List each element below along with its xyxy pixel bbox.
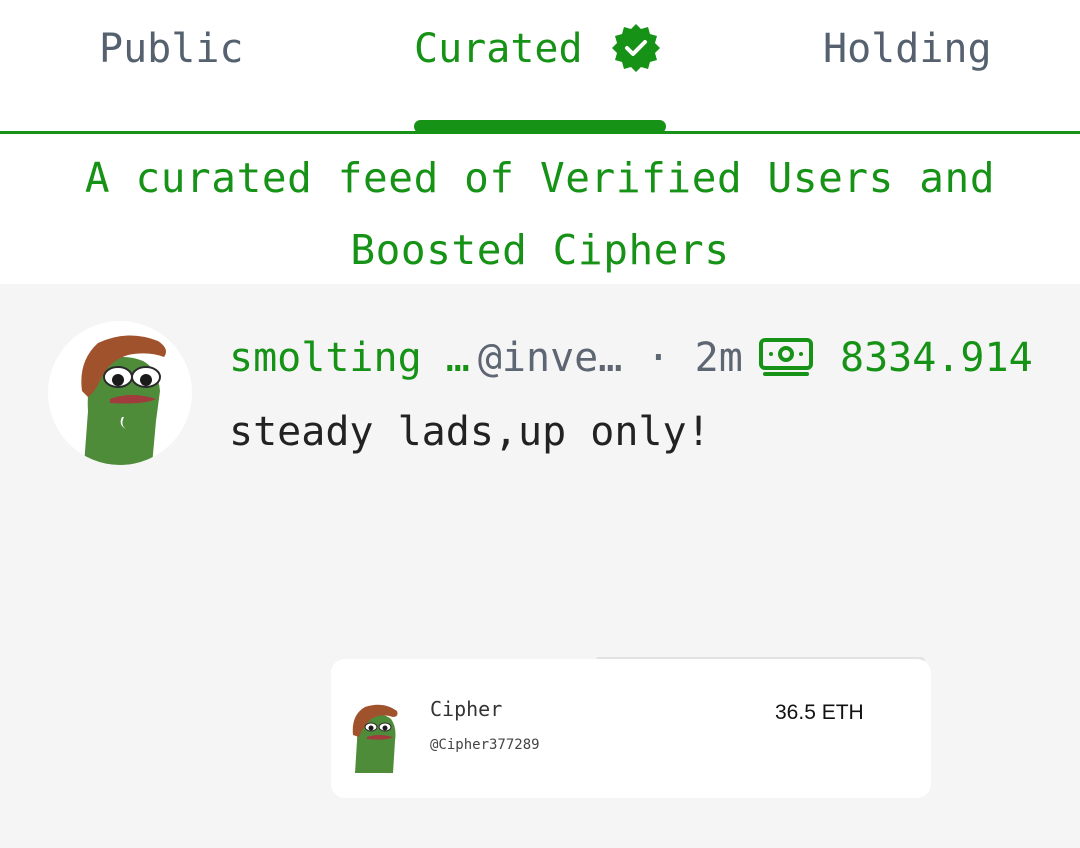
post-header: smolting … @inve… · 2m xyxy=(229,330,743,386)
cipher-handle: @Cipher377289 xyxy=(430,737,540,753)
tab-public[interactable]: Public xyxy=(99,22,244,76)
feed-tabs: Public Curated Holding xyxy=(0,0,1080,134)
feed-description: A curated feed of Verified Users and Boo… xyxy=(84,154,996,274)
cipher-avatar-image xyxy=(352,704,398,773)
verified-badge-icon xyxy=(612,24,660,72)
cipher-name: Cipher xyxy=(430,697,503,721)
author-handle[interactable]: @inve… xyxy=(478,335,623,381)
separator-dot: · xyxy=(646,335,671,381)
tip-amount: 8334.914 xyxy=(840,335,1033,381)
author-name[interactable]: smolting … xyxy=(229,335,470,381)
tabs-divider xyxy=(0,131,1080,134)
tab-curated[interactable]: Curated xyxy=(414,22,583,76)
cipher-card[interactable]: Cipher @Cipher377289 36.5 ETH xyxy=(331,659,931,798)
cipher-value: 36.5 ETH xyxy=(775,701,864,724)
pepe-avatar-image xyxy=(81,335,166,465)
post-timestamp: 2m xyxy=(694,335,743,381)
tab-holding[interactable]: Holding xyxy=(823,22,992,76)
post-text: steady lads,up only! xyxy=(229,409,711,455)
author-avatar[interactable] xyxy=(48,321,192,465)
feed-header: Public Curated Holding A curated feed of… xyxy=(0,0,1080,284)
money-bill-icon xyxy=(759,338,813,376)
